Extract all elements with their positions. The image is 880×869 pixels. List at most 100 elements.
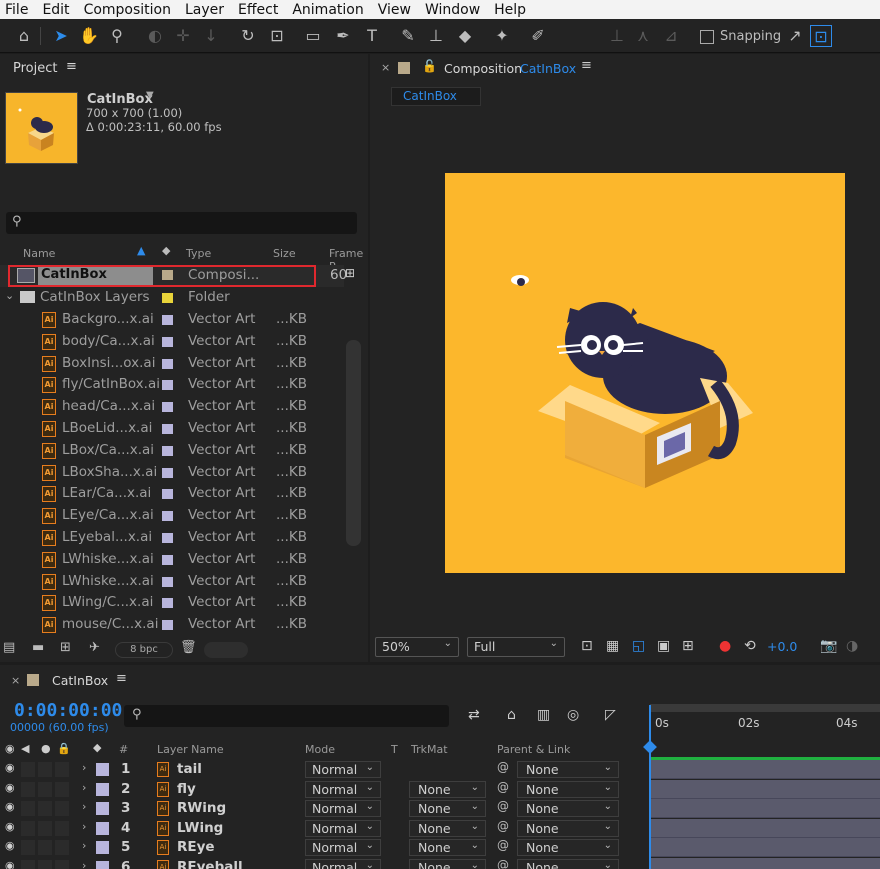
chevron-right-icon[interactable]: › (82, 800, 86, 813)
menu-view[interactable]: View (373, 2, 420, 18)
snap-options-icon[interactable]: ⊡ (810, 25, 832, 47)
project-item-comp[interactable]: CatInBox Composi... 60 ⊞ (0, 265, 355, 287)
layer-row[interactable]: ◉ › 3 Ai RWing Normal ⌄ None ⌄ @ None ⌄ (0, 799, 880, 819)
label-color[interactable] (162, 598, 173, 609)
label-color[interactable] (162, 554, 173, 565)
column-size[interactable]: Size (273, 247, 296, 260)
layer-name[interactable]: RWing (177, 800, 226, 816)
layer-name[interactable]: REye (177, 839, 215, 855)
layer-row[interactable]: ◉ › 1 Ai tail Normal ⌄ @ None ⌄ (0, 760, 880, 780)
pick-whip-icon[interactable]: @ (497, 819, 509, 833)
layer-name-header[interactable]: Layer Name (157, 743, 224, 756)
label-tag-icon[interactable]: ◆ (162, 244, 170, 257)
chevron-right-icon[interactable]: › (82, 820, 86, 833)
lock-toggle[interactable] (55, 860, 69, 869)
label-color[interactable] (162, 511, 173, 522)
layer-duration-bar[interactable] (650, 760, 880, 779)
flowchart-icon[interactable]: ⊞ (345, 266, 355, 280)
comp-dropdown-icon[interactable]: ▼ (146, 90, 154, 101)
project-folder[interactable]: ⌄ CatInBox Layers Folder (0, 287, 344, 309)
show-snapshot-icon[interactable]: ◑ (846, 638, 858, 654)
layer-name[interactable]: REyeball (177, 859, 243, 869)
label-color[interactable] (96, 802, 109, 816)
grid-guides-icon[interactable]: ⊞ (682, 638, 694, 654)
exposure-value[interactable]: +0.0 (767, 639, 797, 654)
project-item[interactable]: Ai BoxInsi...ox.ai Vector Art ...KB (0, 353, 344, 375)
label-color[interactable] (162, 445, 173, 456)
interpret-footage-icon[interactable]: ▤ (3, 640, 15, 655)
eye-icon[interactable]: ◉ (5, 800, 15, 813)
pen-tool-icon[interactable]: ✒ (332, 25, 354, 47)
chevron-right-icon[interactable]: › (82, 781, 86, 794)
fast-preview-icon[interactable]: ⊡ (581, 638, 593, 654)
pick-whip-icon[interactable]: @ (497, 838, 509, 852)
layer-row[interactable]: ◉ › 6 Ai REyeball Normal ⌄ None ⌄ @ None ⌄ (0, 858, 880, 869)
work-area-bar[interactable] (650, 704, 880, 712)
pan-behind-icon[interactable]: ⊡ (266, 25, 288, 47)
new-folder-icon[interactable]: ▬ (32, 640, 44, 655)
audio-toggle[interactable] (21, 820, 35, 836)
lock-icon[interactable]: 🔓 (422, 59, 437, 73)
mode-dropdown[interactable]: Normal ⌄ (305, 819, 381, 837)
frame-blending-icon[interactable]: ▥ (537, 707, 550, 723)
layer-duration-bar[interactable] (650, 838, 880, 858)
lock-toggle[interactable] (55, 820, 69, 836)
project-item[interactable]: Ai body/Ca...x.ai Vector Art ...KB (0, 331, 344, 353)
chevron-down-icon[interactable]: ⌄ (5, 289, 14, 302)
color-channels-icon[interactable]: ● (719, 638, 731, 654)
eye-icon[interactable]: ◉ (5, 761, 15, 774)
home-icon[interactable]: ⌂ (13, 25, 35, 47)
audio-toggle[interactable] (21, 840, 35, 856)
zoom-slider[interactable] (204, 642, 248, 658)
bpc-button[interactable]: 8 bpc (115, 642, 173, 658)
local-axis-icon[interactable]: ⊥ (606, 25, 628, 47)
menu-animation[interactable]: Animation (287, 2, 372, 18)
chevron-right-icon[interactable]: › (82, 761, 86, 774)
trkmat-dropdown[interactable]: None ⌄ (409, 780, 486, 798)
camera-pan-icon[interactable]: ✛ (172, 25, 194, 47)
camera-dolly-icon[interactable]: ↓ (200, 25, 222, 47)
column-name[interactable]: Name (23, 247, 55, 260)
layer-name[interactable]: tail (177, 761, 202, 777)
label-color[interactable] (96, 763, 109, 776)
menu-composition[interactable]: Composition (79, 2, 180, 18)
label-color[interactable] (162, 315, 173, 325)
snap-icon[interactable]: ↗ (784, 25, 806, 47)
roto-brush-icon[interactable]: ✦ (491, 25, 513, 47)
panel-menu-icon[interactable]: ≡ (116, 671, 127, 686)
menu-help[interactable]: Help (489, 2, 535, 18)
audio-toggle[interactable] (21, 781, 35, 797)
motion-blur-icon[interactable]: ◎ (567, 707, 579, 723)
timeline-tab-name[interactable]: CatInBox (52, 673, 108, 688)
label-color[interactable] (162, 293, 173, 303)
trkmat-dropdown[interactable]: None ⌄ (409, 800, 486, 818)
rotate-tool-icon[interactable]: ↻ (237, 25, 259, 47)
settings-icon[interactable]: ✈ (89, 640, 100, 655)
composition-canvas[interactable] (445, 173, 845, 573)
label-color[interactable] (162, 576, 173, 587)
zoom-tool-icon[interactable]: ⚲ (106, 25, 128, 47)
reset-exposure-icon[interactable]: ⟲ (744, 638, 756, 654)
parent-dropdown[interactable]: None ⌄ (517, 819, 619, 837)
composition-flowchart-icon[interactable]: ⇄ (468, 707, 480, 723)
new-comp-icon[interactable]: ⊞ (60, 640, 71, 655)
project-item[interactable]: Ai Backgro...x.ai Vector Art ...KB (0, 309, 344, 331)
lock-toggle[interactable] (55, 840, 69, 856)
project-item[interactable]: Ai LWhiske...x.ai Vector Art ...KB (0, 549, 344, 571)
label-color[interactable] (162, 489, 173, 500)
project-item[interactable]: Ai head/Ca...x.ai Vector Art ...KB (0, 396, 344, 418)
layer-row[interactable]: ◉ › 2 Ai fly Normal ⌄ None ⌄ @ None ⌄ (0, 779, 880, 800)
pick-whip-icon[interactable]: @ (497, 858, 509, 869)
puppet-pin-icon[interactable]: ✐ (527, 25, 549, 47)
scrollbar-track[interactable] (346, 340, 361, 546)
trkmat-dropdown[interactable]: None ⌄ (409, 839, 486, 857)
selection-tool-icon[interactable]: ➤ (50, 25, 72, 47)
eye-icon[interactable]: ◉ (5, 781, 15, 794)
menu-window[interactable]: Window (420, 2, 489, 18)
layer-name[interactable]: fly (177, 781, 196, 797)
project-search-input[interactable]: ⚲ (6, 212, 357, 234)
mode-dropdown[interactable]: Normal ⌄ (305, 780, 381, 798)
audio-toggle[interactable] (21, 801, 35, 817)
panel-menu-icon[interactable]: ≡ (581, 58, 592, 73)
transparency-grid-icon[interactable]: ▦ (606, 638, 619, 654)
